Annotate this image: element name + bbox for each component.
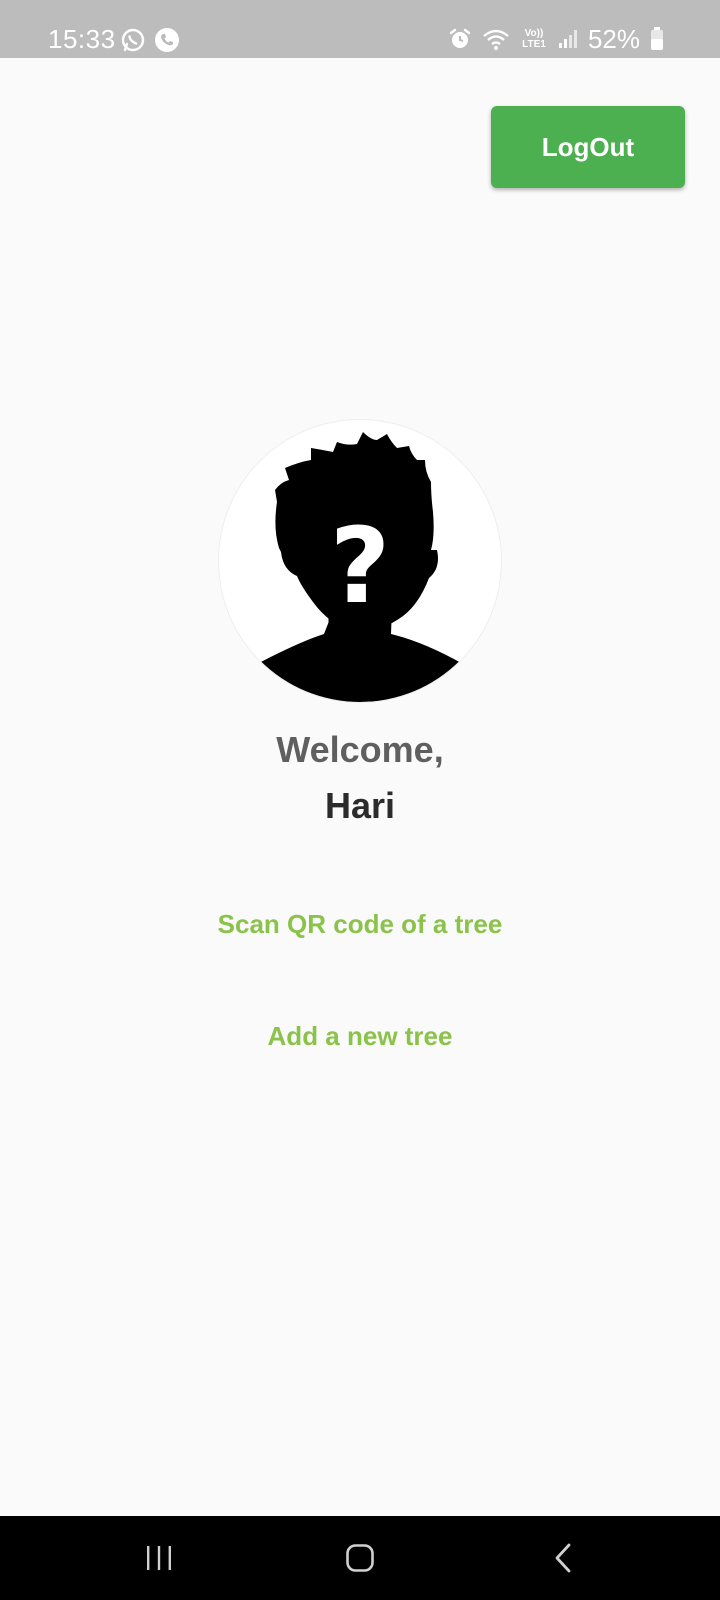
system-nav-bar <box>0 1516 720 1600</box>
wifi-icon <box>483 29 509 50</box>
add-tree-link[interactable]: Add a new tree <box>0 1018 720 1054</box>
call-icon <box>155 28 179 52</box>
volte-label: Vo)) LTE1 <box>522 28 546 50</box>
home-icon <box>346 1544 374 1572</box>
back-icon <box>555 1543 571 1573</box>
battery-percent: 52% <box>587 24 640 54</box>
whatsapp-icon <box>121 28 145 52</box>
scan-qr-link[interactable]: Scan QR code of a tree <box>0 906 720 942</box>
status-bar: 15:33 Vo)) LTE1 52% <box>0 0 720 58</box>
recent-apps-button[interactable] <box>129 1536 189 1580</box>
welcome-text: Welcome, <box>276 729 444 770</box>
unknown-user-silhouette-icon: ? <box>257 432 463 702</box>
back-button[interactable] <box>533 1536 593 1580</box>
status-system-icons: Vo)) LTE1 52% <box>448 22 664 56</box>
svg-text:?: ? <box>330 505 390 627</box>
recent-apps-icon <box>147 1546 171 1570</box>
signal-icon <box>558 30 577 48</box>
home-button[interactable] <box>330 1536 390 1580</box>
avatar: ? <box>219 420 501 702</box>
app-screen: LogOut ? Welcome, Hari Scan QR code of a… <box>0 58 720 1516</box>
status-notification-icons <box>120 27 180 53</box>
logout-button[interactable]: LogOut <box>491 106 685 188</box>
battery-icon <box>651 27 663 50</box>
username: Hari <box>324 785 396 826</box>
status-time: 15:33 <box>48 24 116 54</box>
alarm-icon <box>449 28 471 48</box>
